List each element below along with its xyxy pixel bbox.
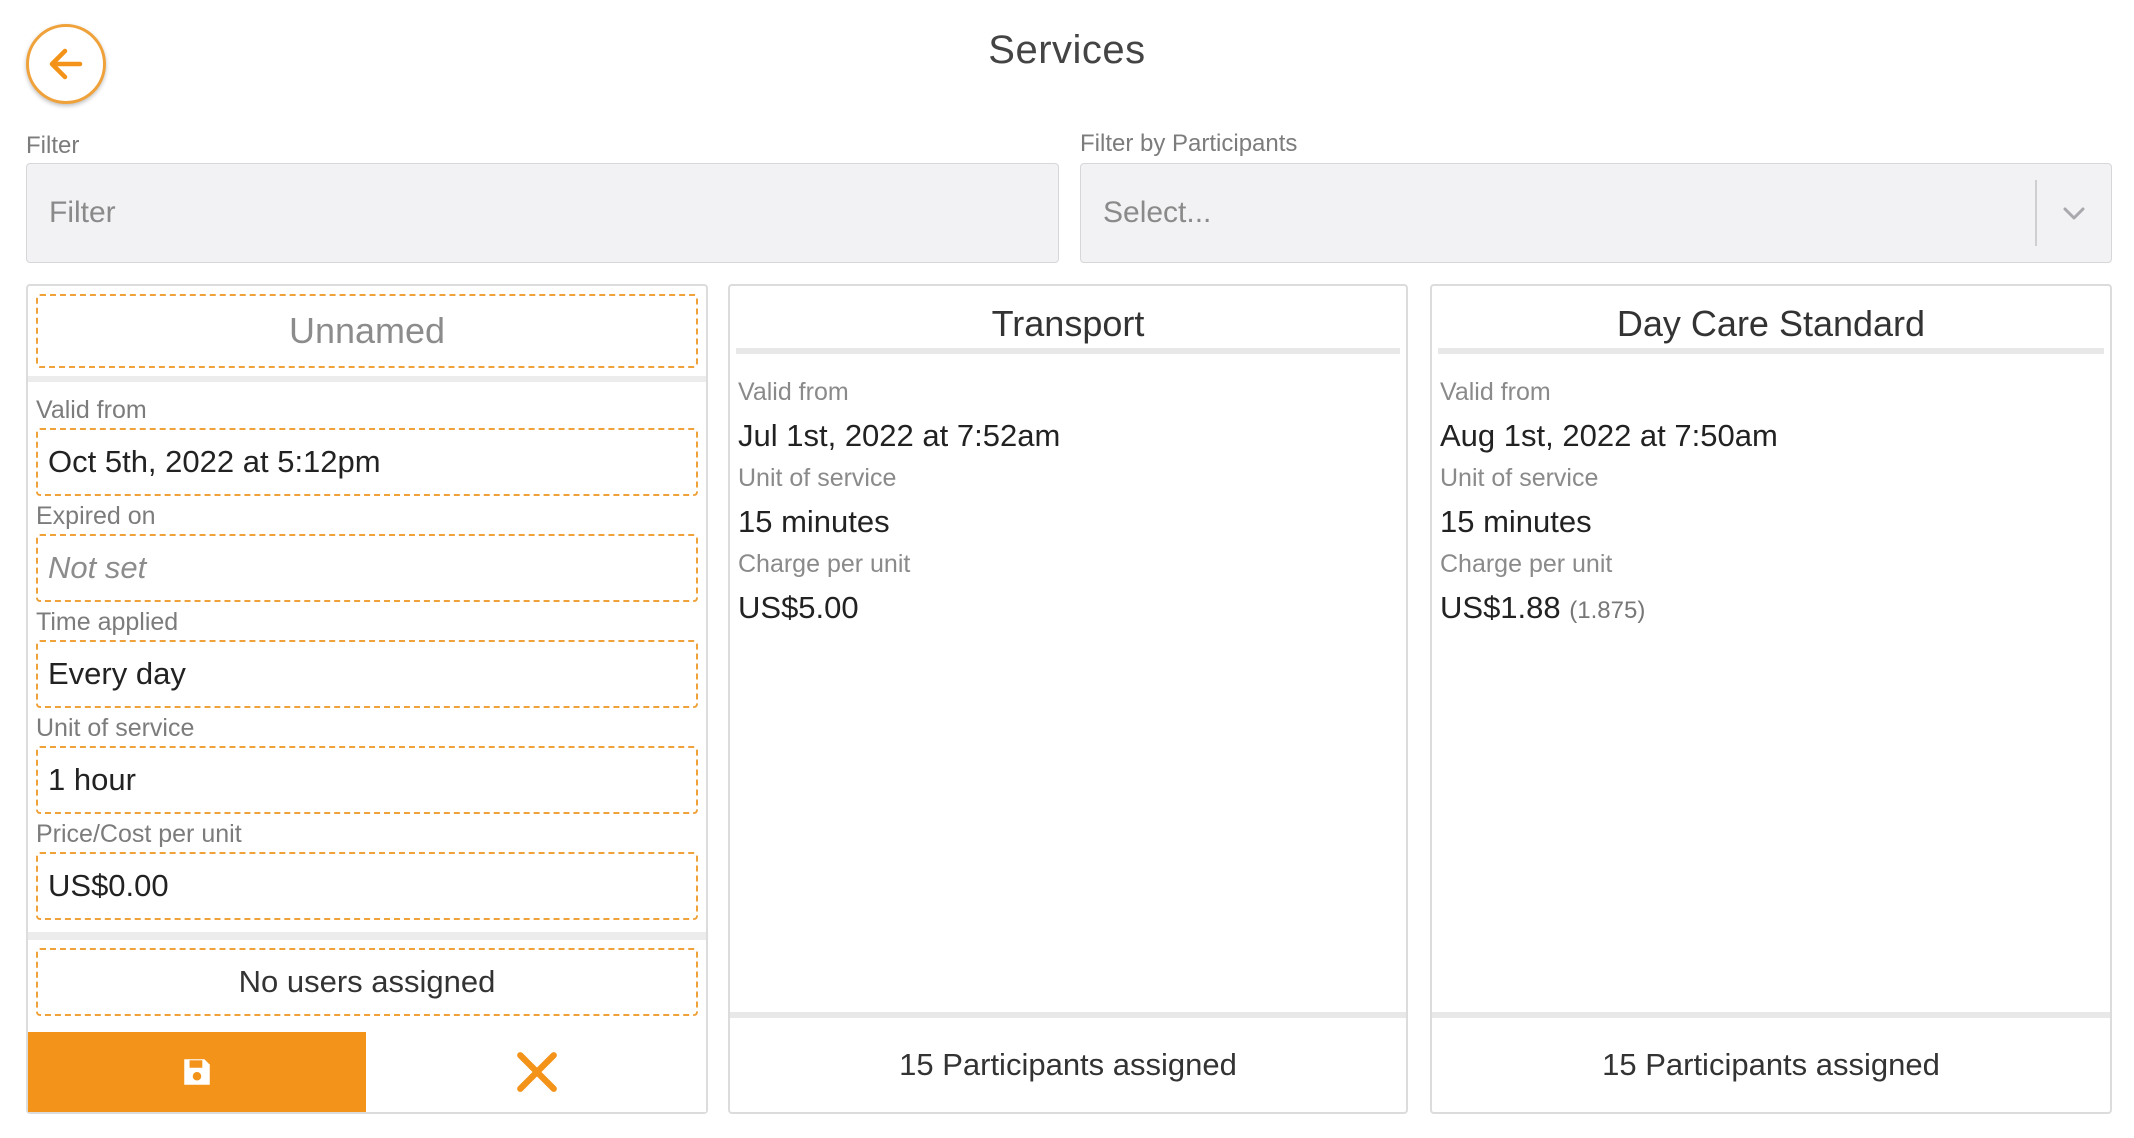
time-applied-field[interactable]: Every day bbox=[36, 640, 698, 708]
save-button[interactable] bbox=[28, 1032, 366, 1112]
unit-of-service-value: 15 minutes bbox=[1440, 504, 1592, 539]
page-title: Services bbox=[988, 28, 1146, 72]
expired-on-label: Expired on bbox=[36, 502, 156, 530]
participants-assigned-button[interactable]: 15 Participants assigned bbox=[1432, 1012, 2110, 1112]
edit-service-card: Unnamed Valid from Oct 5th, 2022 at 5:12… bbox=[26, 284, 708, 1114]
service-card[interactable]: Transport Valid from Jul 1st, 2022 at 7:… bbox=[728, 284, 1408, 1114]
expired-on-field[interactable]: Not set bbox=[36, 534, 698, 602]
charge-value: US$5.00 bbox=[738, 590, 859, 626]
service-title: Day Care Standard bbox=[1438, 294, 2104, 354]
filter-label: Filter bbox=[26, 132, 80, 159]
charge-label: Charge per unit bbox=[1440, 550, 1613, 578]
filter-placeholder: Filter bbox=[49, 196, 116, 229]
participants-filter-label: Filter by Participants bbox=[1080, 130, 1298, 157]
select-separator bbox=[2035, 180, 2037, 246]
valid-from-field[interactable]: Oct 5th, 2022 at 5:12pm bbox=[36, 428, 698, 496]
valid-from-label: Valid from bbox=[738, 378, 849, 406]
unit-of-service-value: 15 minutes bbox=[738, 504, 890, 539]
charge-exact: (1.875) bbox=[1569, 597, 1646, 624]
chevron-down-icon[interactable] bbox=[2059, 198, 2089, 228]
valid-from-label: Valid from bbox=[1440, 378, 1551, 406]
valid-from-label: Valid from bbox=[36, 396, 147, 424]
participants-assigned-button[interactable]: 15 Participants assigned bbox=[730, 1012, 1406, 1112]
time-applied-label: Time applied bbox=[36, 608, 179, 636]
filter-input[interactable]: Filter bbox=[26, 163, 1059, 263]
close-icon bbox=[517, 1052, 557, 1092]
service-title: Transport bbox=[736, 294, 1400, 354]
cancel-button[interactable] bbox=[368, 1032, 706, 1112]
service-card[interactable]: Day Care Standard Valid from Aug 1st, 20… bbox=[1430, 284, 2112, 1114]
charge-amount: US$5.00 bbox=[738, 590, 859, 625]
charge-label: Charge per unit bbox=[738, 550, 911, 578]
charge-amount: US$1.88 bbox=[1440, 590, 1561, 625]
unit-of-service-label: Unit of service bbox=[1440, 464, 1599, 492]
participants-select[interactable]: Select... bbox=[1080, 163, 2112, 263]
unit-of-service-label: Unit of service bbox=[738, 464, 897, 492]
valid-from-value: Jul 1st, 2022 at 7:52am bbox=[738, 418, 1061, 453]
valid-from-value: Aug 1st, 2022 at 7:50am bbox=[1440, 418, 1778, 453]
unit-of-service-label: Unit of service bbox=[36, 714, 195, 742]
charge-value: US$1.88 (1.875) bbox=[1440, 590, 1645, 626]
participants-select-value: Select... bbox=[1103, 196, 1212, 229]
divider bbox=[28, 376, 706, 382]
price-field[interactable]: US$0.00 bbox=[36, 852, 698, 920]
divider bbox=[28, 932, 706, 940]
service-name-input[interactable]: Unnamed bbox=[36, 294, 698, 368]
save-icon bbox=[184, 1059, 210, 1085]
assigned-users-button[interactable]: No users assigned bbox=[36, 948, 698, 1016]
price-label: Price/Cost per unit bbox=[36, 820, 242, 848]
unit-of-service-field[interactable]: 1 hour bbox=[36, 746, 698, 814]
